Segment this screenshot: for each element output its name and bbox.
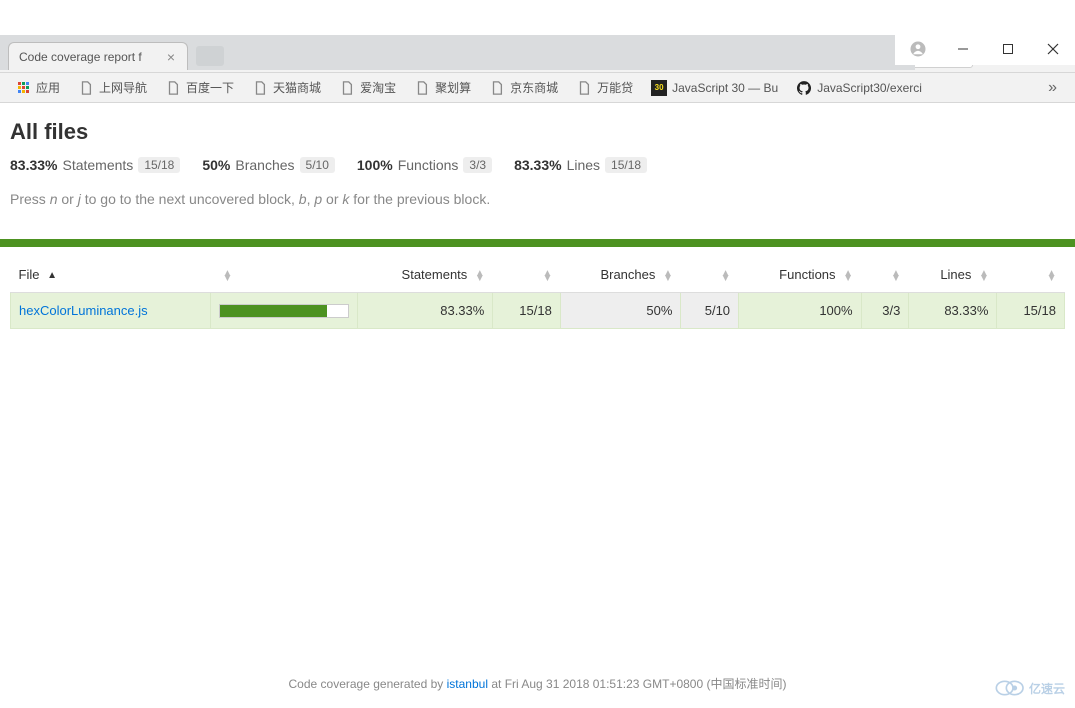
col-file[interactable]: File ▲ [11,257,211,293]
sort-icon: ▲▼ [843,271,853,281]
metric-functions: 100% Functions 3/3 [357,157,492,173]
sort-icon: ▲▼ [223,271,233,281]
js30-icon: 30 [651,80,667,96]
col-lines-frac[interactable]: ▲▼ [997,257,1065,293]
sort-asc-icon: ▲ [47,273,57,278]
branches-frac: 5/10 [681,293,739,329]
keyboard-hint: Press n or j to go to the next uncovered… [10,191,1065,207]
statements-frac: 15/18 [493,293,561,329]
col-functions-frac[interactable]: ▲▼ [861,257,909,293]
apps-shortcut[interactable]: 应用 [8,76,67,99]
col-statements[interactable]: Statements ▲▼ [358,257,493,293]
sort-icon: ▲▼ [1047,271,1057,281]
new-tab-button[interactable] [196,46,224,66]
github-icon [796,80,812,96]
bookmark-item[interactable]: 上网导航 [71,76,154,99]
watermark: 亿速云 [991,678,1065,698]
bookmark-js30b[interactable]: JavaScript30/exerci [789,77,929,99]
branches-pct: 50% [560,293,681,329]
sort-icon: ▲▼ [663,271,673,281]
functions-frac: 3/3 [861,293,909,329]
lines-pct: 83.33% [909,293,997,329]
col-lines[interactable]: Lines ▲▼ [909,257,997,293]
lines-frac: 15/18 [997,293,1065,329]
metric-lines: 83.33% Lines 15/18 [514,157,647,173]
tab-title: Code coverage report f [19,50,142,64]
col-statements-frac[interactable]: ▲▼ [493,257,561,293]
footer: Code coverage generated by istanbul at F… [0,675,1075,692]
coverage-summary: 83.33% Statements 15/18 50% Branches 5/1… [10,157,1065,173]
metric-statements: 83.33% Statements 15/18 [10,157,180,173]
apps-label: 应用 [36,79,60,96]
col-branches[interactable]: Branches ▲▼ [560,257,681,293]
col-bar[interactable]: ▲▼ [211,257,358,293]
sort-icon: ▲▼ [979,271,989,281]
coverage-bar-cell [211,293,358,329]
bookmark-js30a[interactable]: 30JavaScript 30 — Bu [644,77,785,99]
functions-pct: 100% [739,293,862,329]
bookmark-item[interactable]: 聚划算 [407,76,478,99]
bookmark-item[interactable]: 万能贷 [569,76,640,99]
statements-pct: 83.33% [358,293,493,329]
bookmark-item[interactable]: 天猫商城 [245,76,328,99]
file-link[interactable]: hexColorLuminance.js [19,303,148,318]
table-row: hexColorLuminance.js 83.33% 15/18 50% 5/… [11,293,1065,329]
bookmark-item[interactable]: 百度一下 [158,76,241,99]
close-tab-icon[interactable]: × [165,49,177,65]
coverage-bar-fill [220,305,327,317]
col-functions[interactable]: Functions ▲▼ [739,257,862,293]
account-icon[interactable] [895,35,940,63]
window-controls [895,35,1075,65]
tab-strip: Code coverage report f × [0,35,915,70]
istanbul-link[interactable]: istanbul [447,677,488,691]
minimize-button[interactable] [940,35,985,63]
page-title: All files [10,119,1065,145]
bookmark-item[interactable]: 爱淘宝 [332,76,403,99]
bookmark-item[interactable]: 京东商城 [482,76,565,99]
bookmarks-overflow-icon[interactable]: » [1038,79,1067,97]
maximize-button[interactable] [985,35,1030,63]
footer-timestamp: Fri Aug 31 2018 01:51:23 GMT+0800 (中国标准时… [505,677,787,691]
status-bar [0,239,1075,247]
sort-icon: ▲▼ [475,271,485,281]
page-content: All files 83.33% Statements 15/18 50% Br… [0,103,1075,233]
coverage-table: File ▲ ▲▼ Statements ▲▼ ▲▼ Branches ▲▼ ▲… [10,257,1065,329]
sort-icon: ▲▼ [721,271,731,281]
col-branches-frac[interactable]: ▲▼ [681,257,739,293]
metric-branches: 50% Branches 5/10 [202,157,335,173]
sort-icon: ▲▼ [891,271,901,281]
sort-icon: ▲▼ [542,271,552,281]
browser-tab[interactable]: Code coverage report f × [8,42,188,70]
bookmarks-bar: 应用 上网导航 百度一下 天猫商城 爱淘宝 聚划算 京东商城 万能贷 30Jav… [0,73,1075,103]
close-window-button[interactable] [1030,35,1075,63]
